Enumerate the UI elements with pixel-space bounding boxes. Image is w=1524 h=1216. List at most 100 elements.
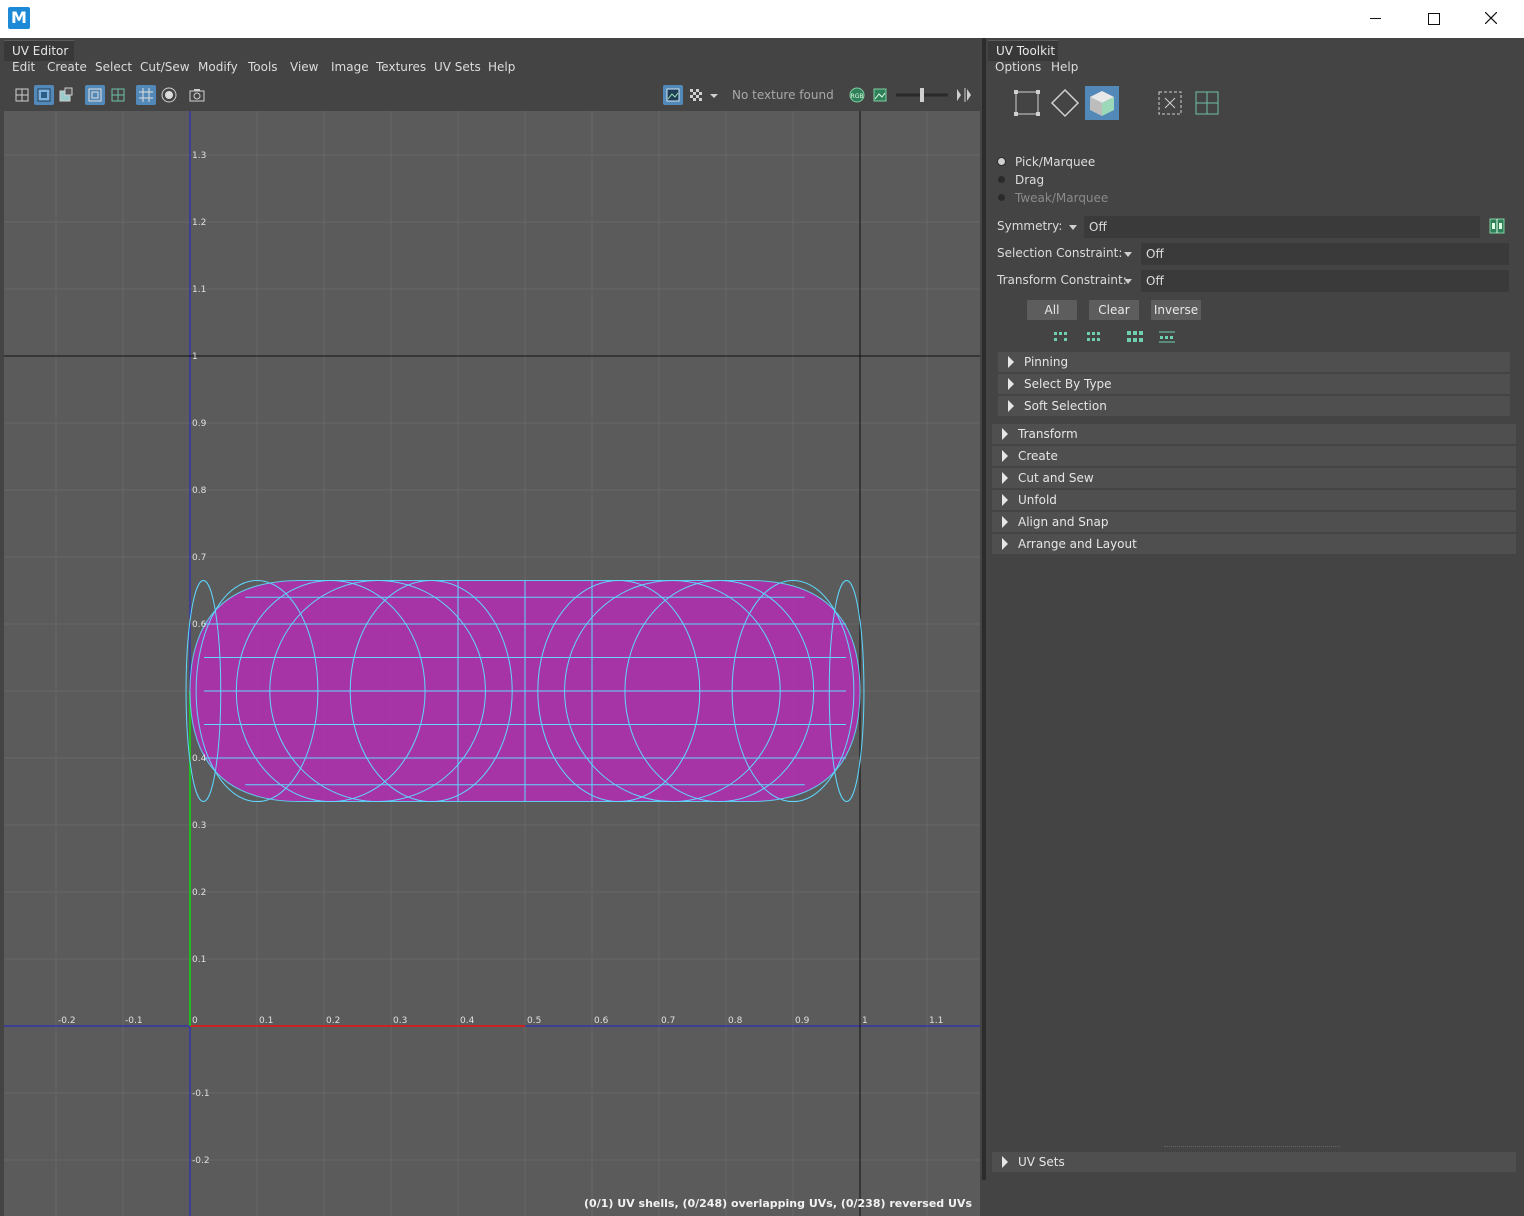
grow-selection-icon[interactable]	[1085, 330, 1103, 344]
snapshot-camera-icon[interactable]	[187, 85, 207, 105]
expand-arrow-icon	[1002, 1156, 1008, 1168]
section-unfold[interactable]: Unfold	[992, 490, 1516, 510]
grid-toggle-icon[interactable]	[136, 85, 156, 105]
chevron-down-icon[interactable]	[1069, 225, 1077, 230]
maximize-button[interactable]	[1404, 0, 1462, 38]
v-tick-label: 0.4	[192, 754, 207, 764]
menu-tools[interactable]: Tools	[248, 57, 278, 77]
menu-select[interactable]: Select	[95, 57, 132, 77]
u-tick-label: -0.1	[125, 1016, 143, 1026]
menu-edit[interactable]: Edit	[12, 57, 35, 77]
symmetry-row: Symmetry: Off	[997, 216, 1511, 238]
uv-editor-panel: UV Editor Edit Create Select Cut/Sew Mod…	[0, 38, 982, 1216]
uv-grid-canvas[interactable]: -0.2 -0.1 0 0.1 0.2 0.3 0.4 0.5 0.6 0.7 0.8 0.9 1 1.1…	[4, 111, 980, 1216]
select-edge-loop-icon[interactable]	[1158, 330, 1176, 344]
v-tick-label: 0.3	[192, 821, 206, 831]
radio-label: Tweak/Marquee	[1015, 191, 1109, 205]
shrink-selection-icon[interactable]	[1052, 330, 1070, 344]
expand-arrow-icon	[1002, 472, 1008, 484]
u-tick-label: 0.5	[527, 1016, 541, 1026]
inverse-selection-button[interactable]: Inverse	[1151, 300, 1201, 320]
section-transform[interactable]: Transform	[992, 424, 1516, 444]
resize-handle[interactable]	[1164, 1146, 1340, 1150]
section-align-and-snap[interactable]: Align and Snap	[992, 512, 1516, 532]
radio-indicator	[998, 176, 1005, 183]
section-label: Transform	[1018, 427, 1078, 441]
uv-viewport[interactable]: -0.2 -0.1 0 0.1 0.2 0.3 0.4 0.5 0.6 0.7 0.8 0.9 1 1.1…	[4, 111, 980, 1216]
close-button[interactable]	[1462, 0, 1520, 38]
u-tick-label: 1.1	[929, 1016, 943, 1026]
section-pinning[interactable]: Pinning	[998, 352, 1510, 372]
menu-cut-sew[interactable]: Cut/Sew	[140, 57, 190, 77]
checker-tiles-icon[interactable]	[686, 85, 706, 105]
select-all-button[interactable]: All	[1027, 300, 1077, 320]
close-icon	[1485, 12, 1497, 24]
v-tick-label: 0.9	[192, 419, 207, 429]
section-label: Soft Selection	[1024, 399, 1107, 413]
radio-label: Pick/Marquee	[1015, 155, 1096, 169]
menu-textures[interactable]: Textures	[376, 57, 426, 77]
isolate-icon[interactable]	[159, 85, 179, 105]
section-label: Pinning	[1024, 355, 1069, 369]
face-mode-icon[interactable]	[1085, 86, 1119, 120]
section-label: UV Sets	[1018, 1155, 1065, 1169]
expand-arrow-icon	[1008, 400, 1014, 412]
menu-create[interactable]: Create	[47, 57, 87, 77]
distortion-icon[interactable]	[56, 85, 76, 105]
u-tick-label: 0.1	[259, 1016, 273, 1026]
toolbar-expand-icon[interactable]	[954, 85, 972, 105]
edge-mode-icon[interactable]	[1048, 86, 1082, 120]
chevron-down-icon[interactable]	[1124, 252, 1132, 257]
v-tick-label: 1.1	[192, 285, 206, 295]
v-tick-label: -0.1	[192, 1089, 210, 1099]
v-tick-label: 1.2	[192, 218, 206, 228]
vertex-mode-icon[interactable]	[1010, 86, 1044, 120]
symmetry-dropdown[interactable]: Off	[1084, 216, 1480, 238]
u-tick-label: 0.6	[594, 1016, 609, 1026]
u-tick-label: 1	[862, 1016, 868, 1026]
uv-shell-border-icon[interactable]	[85, 85, 105, 105]
expand-arrow-icon	[1002, 494, 1008, 506]
uv-toolkit-panel: UV Toolkit Options Help Pick/Marquee Dra…	[986, 38, 1524, 1180]
uv-editor-menubar: Edit Create Select Cut/Sew Modify Tools …	[4, 57, 980, 77]
menu-uv-sets[interactable]: UV Sets	[434, 57, 481, 77]
exposure-slider[interactable]	[894, 85, 950, 105]
u-tick-label: 0.8	[728, 1016, 743, 1026]
expand-arrow-icon	[1002, 516, 1008, 528]
shaded-uv-icon[interactable]	[34, 85, 54, 105]
menu-options[interactable]: Options	[995, 57, 1041, 77]
selection-constraint-dropdown[interactable]: Off	[1141, 243, 1509, 265]
uv-shell	[185, 579, 865, 803]
section-select-by-type[interactable]: Select By Type	[998, 374, 1510, 394]
u-tick-label: 0.4	[460, 1016, 475, 1026]
expand-arrow-icon	[1002, 428, 1008, 440]
symmetry-settings-icon[interactable]	[1489, 218, 1505, 234]
menu-modify[interactable]: Modify	[198, 57, 238, 77]
section-arrange-and-layout[interactable]: Arrange and Layout	[992, 534, 1516, 554]
clear-selection-button[interactable]: Clear	[1089, 300, 1139, 320]
section-soft-selection[interactable]: Soft Selection	[998, 396, 1510, 416]
rgb-channels-icon[interactable]: RGB	[847, 85, 867, 105]
wireframe-icon[interactable]	[12, 85, 32, 105]
menu-help[interactable]: Help	[488, 57, 515, 77]
radio-indicator	[998, 158, 1005, 165]
transform-constraint-dropdown[interactable]: Off	[1141, 270, 1509, 292]
image-exposure-icon[interactable]	[870, 85, 890, 105]
section-label: Unfold	[1018, 493, 1057, 507]
radio-label: Drag	[1015, 173, 1045, 187]
section-create[interactable]: Create	[992, 446, 1516, 466]
menu-view[interactable]: View	[290, 57, 318, 77]
uv-shell-icon[interactable]	[1153, 86, 1187, 120]
svg-text:RGB: RGB	[851, 93, 864, 100]
checker-dropdown-icon[interactable]	[708, 85, 728, 105]
section-uv-sets[interactable]: UV Sets	[992, 1152, 1516, 1172]
section-cut-and-sew[interactable]: Cut and Sew	[992, 468, 1516, 488]
chevron-down-icon[interactable]	[1124, 279, 1132, 284]
menu-image[interactable]: Image	[331, 57, 369, 77]
menu-toolkit-help[interactable]: Help	[1051, 57, 1078, 77]
uv-grid-snap-icon[interactable]	[108, 85, 128, 105]
minimize-button[interactable]	[1346, 0, 1404, 38]
select-border-icon[interactable]	[1126, 330, 1144, 344]
display-image-icon[interactable]	[663, 85, 683, 105]
uv-grid-icon[interactable]	[1190, 86, 1224, 120]
